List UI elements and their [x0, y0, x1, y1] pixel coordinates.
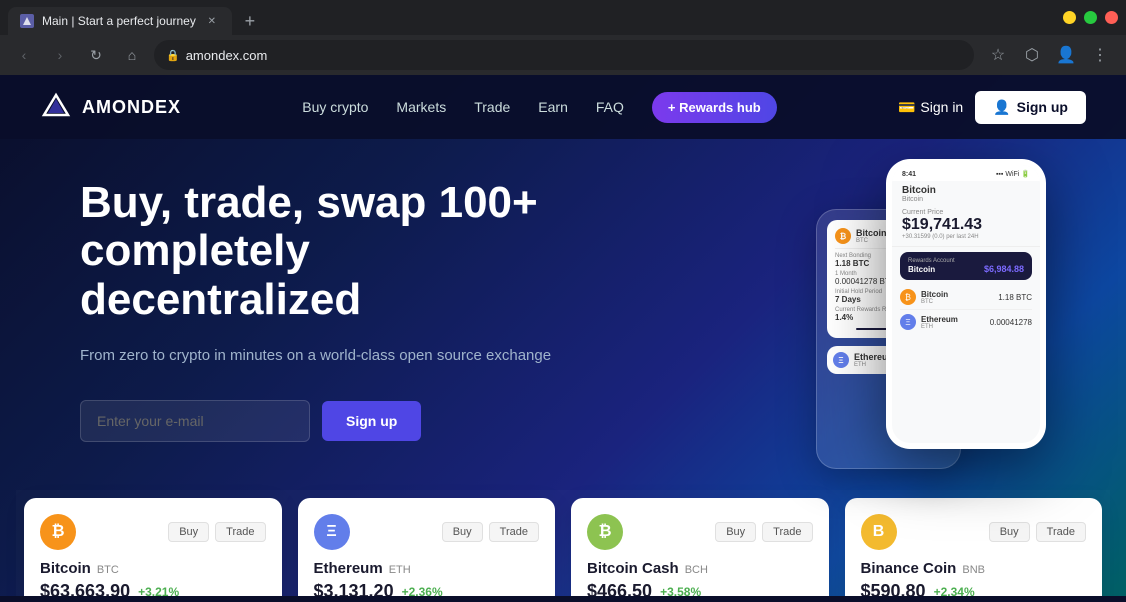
- signin-button[interactable]: 💳 Sign in: [898, 99, 963, 116]
- hero-title: Buy, trade, swap 100+ completely decentr…: [80, 179, 600, 324]
- rewards-hub-button[interactable]: + Rewards hub: [652, 92, 777, 123]
- window-close-button[interactable]: [1105, 11, 1118, 24]
- phone-btc-price: $19,741.43: [902, 216, 1030, 234]
- nav-faq[interactable]: FAQ: [596, 99, 624, 115]
- btc-price: $63,663.90: [40, 581, 130, 596]
- btc-trade-button[interactable]: Trade: [215, 522, 265, 542]
- home-button[interactable]: ⌂: [118, 41, 146, 69]
- hero-form: Sign up: [80, 400, 600, 442]
- tab-close-button[interactable]: ✕: [204, 13, 220, 29]
- nav-earn[interactable]: Earn: [538, 99, 568, 115]
- phone-mockup: ₿ Bitcoin BTC Next Bonding 1.18 BTC 1 Mo…: [806, 159, 1046, 539]
- site-logo[interactable]: AMONDEX: [40, 91, 181, 123]
- ssl-lock-icon: 🔒: [166, 49, 180, 62]
- eth-icon: Ξ: [314, 514, 350, 550]
- browser-chrome: Main | Start a perfect journey ✕ + ‹ › ↻…: [0, 0, 1126, 75]
- address-bar[interactable]: 🔒 amondex.com: [154, 40, 974, 70]
- tab-title: Main | Start a perfect journey: [42, 14, 196, 28]
- btc-name: Bitcoin: [40, 560, 91, 577]
- bnb-name: Binance Coin: [861, 560, 957, 577]
- signup-button[interactable]: 👤 Sign up: [975, 91, 1086, 124]
- card-header-btc: ₿ Buy Trade: [40, 514, 266, 550]
- email-input[interactable]: [80, 400, 310, 442]
- site-navbar: AMONDEX Buy crypto Markets Trade Earn FA…: [0, 75, 1126, 139]
- btc-icon: ₿: [40, 514, 76, 550]
- bch-buy-button[interactable]: Buy: [715, 522, 756, 542]
- bch-ticker: BCH: [685, 564, 708, 576]
- bookmark-button[interactable]: ☆: [982, 39, 1014, 71]
- btc-buy-button[interactable]: Buy: [168, 522, 209, 542]
- back-button[interactable]: ‹: [10, 41, 38, 69]
- hero-content: Buy, trade, swap 100+ completely decentr…: [80, 179, 600, 442]
- eth-change: +2.36%: [402, 585, 443, 596]
- crypto-card-bch: ₿ Buy Trade Bitcoin Cash BCH $466.50 +3.…: [571, 498, 829, 596]
- phone-rewards-sub: Bitcoin: [908, 265, 935, 274]
- tab-favicon: [20, 14, 34, 28]
- bch-icon: ₿: [587, 514, 623, 550]
- logo-text: AMONDEX: [82, 97, 181, 118]
- bnb-ticker: BNB: [962, 564, 985, 576]
- browser-tab-active[interactable]: Main | Start a perfect journey ✕: [8, 7, 232, 35]
- eth-ticker: ETH: [389, 564, 411, 576]
- bch-trade-button[interactable]: Trade: [762, 522, 812, 542]
- nav-trade[interactable]: Trade: [474, 99, 510, 115]
- forward-button[interactable]: ›: [46, 41, 74, 69]
- new-tab-button[interactable]: +: [236, 7, 264, 35]
- phone-rewards-amount: $6,984.88: [984, 264, 1024, 274]
- reload-button[interactable]: ↻: [82, 41, 110, 69]
- wallet-icon: 💳: [898, 99, 915, 116]
- bch-price: $466.50: [587, 581, 652, 596]
- nav-markets[interactable]: Markets: [396, 99, 446, 115]
- bch-change: +3.58%: [660, 585, 701, 596]
- crypto-card-eth: Ξ Buy Trade Ethereum ETH $3,131.20 +2.36…: [298, 498, 556, 596]
- crypto-card-btc: ₿ Buy Trade Bitcoin BTC $63,663.90 +3.21…: [24, 498, 282, 596]
- window-maximize-button[interactable]: [1084, 11, 1097, 24]
- extensions-button[interactable]: ⬡: [1016, 39, 1048, 71]
- website-content: AMONDEX Buy crypto Markets Trade Earn FA…: [0, 75, 1126, 596]
- user-icon: 👤: [993, 99, 1010, 116]
- url-text: amondex.com: [186, 48, 962, 63]
- hero-section: Buy, trade, swap 100+ completely decentr…: [0, 139, 1126, 482]
- eth-name: Ethereum: [314, 560, 383, 577]
- browser-toolbar: ‹ › ↻ ⌂ 🔒 amondex.com ☆ ⬡ 👤 ⋮: [0, 35, 1126, 75]
- phone-front-mockup: 8:41 ▪▪▪ WiFi 🔋 Bitcoin Bitcoin Current …: [886, 159, 1046, 449]
- btc-ticker: BTC: [97, 564, 119, 576]
- bch-name: Bitcoin Cash: [587, 560, 679, 577]
- eth-buy-button[interactable]: Buy: [442, 522, 483, 542]
- nav-links: Buy crypto Markets Trade Earn FAQ + Rewa…: [302, 92, 776, 123]
- bnb-price: $590.80: [861, 581, 926, 596]
- btc-change: +3.21%: [138, 585, 179, 596]
- window-minimize-button[interactable]: [1063, 11, 1076, 24]
- menu-button[interactable]: ⋮: [1084, 39, 1116, 71]
- nav-actions: 💳 Sign in 👤 Sign up: [898, 91, 1086, 124]
- card-header-eth: Ξ Buy Trade: [314, 514, 540, 550]
- nav-buy-crypto[interactable]: Buy crypto: [302, 99, 368, 115]
- card-header-bch: ₿ Buy Trade: [587, 514, 813, 550]
- hero-signup-button[interactable]: Sign up: [322, 401, 421, 441]
- eth-price: $3,131.20: [314, 581, 394, 596]
- bnb-change: +2.34%: [934, 585, 975, 596]
- eth-trade-button[interactable]: Trade: [489, 522, 539, 542]
- hero-subtitle: From zero to crypto in minutes on a worl…: [80, 344, 600, 368]
- profile-button[interactable]: 👤: [1050, 39, 1082, 71]
